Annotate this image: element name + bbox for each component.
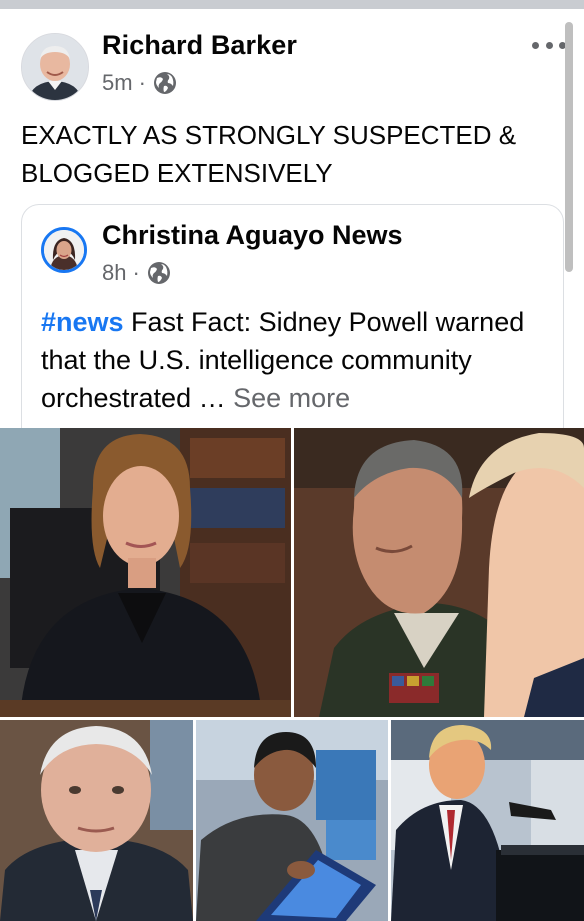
photo-man-with-tablet[interactable]	[196, 720, 388, 921]
post-text: EXACTLY AS STRONGLY SUSPECTED & BLOGGED …	[21, 120, 517, 188]
shared-author-name[interactable]: Christina Aguayo News	[102, 220, 403, 251]
hashtag-link[interactable]: #news	[41, 307, 124, 337]
post-header: Richard Barker 5m ·	[0, 9, 584, 109]
meta-separator: ·	[138, 70, 146, 95]
scrollbar[interactable]	[565, 22, 573, 272]
author-avatar[interactable]	[21, 33, 89, 101]
shared-post-time[interactable]: 8h	[102, 260, 126, 286]
more-options-icon[interactable]	[532, 38, 566, 52]
author-name[interactable]: Richard Barker	[102, 30, 297, 61]
see-more-link[interactable]: See more	[233, 383, 350, 413]
shared-post-card[interactable]: Christina Aguayo News 8h · #news Fast Fa…	[21, 204, 564, 435]
photo-man-speaking-at-podium[interactable]	[391, 720, 584, 921]
shared-post-text: #news Fast Fact: Sidney Powell warned th…	[41, 303, 556, 417]
post-time[interactable]: 5m	[102, 70, 133, 96]
feed-divider	[0, 0, 584, 9]
post-meta: 5m ·	[102, 70, 177, 96]
meta-separator: ·	[132, 260, 140, 285]
globe-icon	[147, 262, 170, 284]
photo-woman-at-desk[interactable]	[0, 428, 291, 717]
photo-general-and-man-profile[interactable]	[294, 428, 584, 717]
globe-icon	[153, 72, 176, 94]
shared-author-avatar[interactable]	[41, 227, 87, 273]
shared-post-meta: 8h ·	[102, 260, 171, 286]
photo-older-man-portrait[interactable]	[0, 720, 193, 921]
